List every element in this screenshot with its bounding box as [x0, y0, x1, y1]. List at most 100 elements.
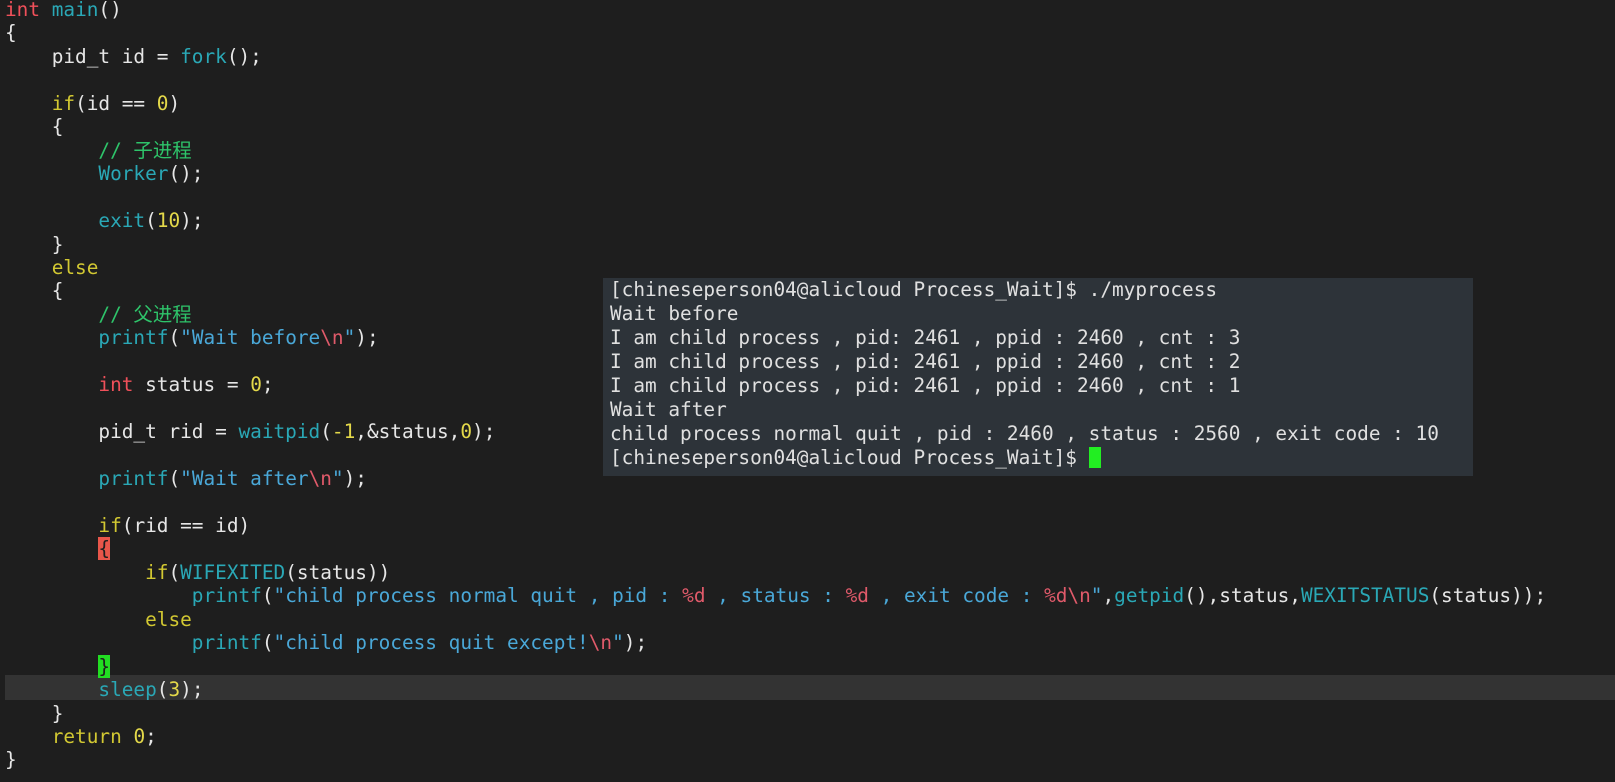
code-token: 0 — [133, 724, 146, 748]
terminal-cursor — [1088, 447, 1101, 468]
code-token: int — [5, 0, 41, 21]
code-token: printf — [98, 326, 169, 350]
code-token: WEXITSTATUS — [1300, 584, 1430, 608]
code-token: -1 — [331, 420, 356, 444]
code-line[interactable]: } — [5, 701, 64, 726]
code-token: // 父进程 — [98, 302, 192, 326]
code-token: 3 — [168, 678, 181, 702]
code-token: ); — [180, 209, 204, 233]
code-token: } — [5, 232, 64, 256]
code-token: ( — [168, 326, 181, 350]
code-token: \n — [308, 467, 332, 490]
code-token: pid_t id = — [5, 44, 181, 68]
code-line[interactable]: exit(10); — [5, 209, 204, 233]
code-line[interactable]: return 0; — [5, 725, 157, 749]
code-token: { — [98, 537, 111, 561]
code-token: (status)) — [285, 560, 391, 584]
terminal-prompt-line[interactable]: [chineseperson04@alicloud Process_Wait]$ — [610, 446, 1473, 470]
terminal-line: Wait after — [610, 398, 727, 421]
code-token: (); — [168, 162, 204, 186]
code-token: ( — [168, 467, 181, 490]
terminal-line: [chineseperson04@alicloud Process_Wait]$… — [610, 278, 1218, 301]
code-token: ) — [168, 91, 181, 115]
code-token: fork — [180, 44, 227, 68]
code-token: if — [51, 91, 76, 115]
code-line[interactable]: pid_t rid = waitpid(-1,&status,0); — [5, 420, 495, 444]
code-line[interactable]: if(id == 0) — [5, 92, 180, 116]
code-token: } — [5, 748, 17, 772]
code-line[interactable]: Worker(); — [5, 162, 203, 186]
code-token: %d — [845, 584, 869, 608]
code-token: 0 — [156, 91, 169, 115]
code-token: (rid == id) — [121, 513, 251, 537]
code-line[interactable]: } — [5, 654, 111, 679]
code-token: ( — [320, 420, 332, 444]
code-token: } — [5, 701, 64, 725]
code-token: , exit code : — [868, 584, 1045, 608]
code-token: { — [5, 115, 64, 139]
code-line[interactable]: printf("child process normal quit , pid … — [5, 584, 1546, 608]
code-token: " — [1090, 584, 1103, 608]
code-line[interactable]: { — [5, 21, 17, 45]
code-line[interactable]: pid_t id = fork(); — [5, 45, 262, 69]
code-line[interactable]: sleep(3); — [5, 678, 204, 702]
code-token: ; — [145, 724, 157, 748]
code-token: (status)); — [1429, 584, 1547, 608]
code-line[interactable]: // 父进程 — [5, 302, 192, 327]
code-line[interactable]: printf("Wait before\n"); — [5, 326, 378, 350]
code-token: WIFEXITED — [180, 560, 286, 584]
code-token: ); — [472, 420, 496, 444]
code-token: "child process normal quit , pid : — [273, 584, 683, 608]
code-token: ( — [261, 631, 274, 655]
code-token: printf — [191, 584, 262, 608]
code-token: main — [51, 0, 99, 21]
code-line[interactable]: if(WIFEXITED(status)) — [5, 561, 390, 585]
code-token: // 子进程 — [98, 138, 192, 162]
code-token: (id == — [75, 91, 157, 115]
code-token: exit — [98, 209, 146, 233]
code-line[interactable]: int status = 0; — [5, 373, 274, 397]
code-line[interactable]: else — [5, 608, 192, 632]
code-token: } — [98, 654, 111, 678]
code-line[interactable]: } — [5, 232, 64, 257]
code-token: ); — [180, 678, 204, 702]
code-line[interactable]: else — [5, 256, 99, 280]
code-line[interactable]: // 子进程 — [5, 138, 192, 163]
terminal-line: I am child process , pid: 2461 , ppid : … — [610, 374, 1241, 397]
code-token: ; — [261, 373, 274, 397]
terminal-output-panel[interactable]: [chineseperson04@alicloud Process_Wait]$… — [603, 278, 1473, 476]
code-token: pid_t rid = — [5, 420, 239, 444]
code-line[interactable]: int main() — [5, 0, 122, 22]
code-token: else — [145, 607, 192, 631]
terminal-prompt: [chineseperson04@alicloud Process_Wait]$ — [610, 446, 1089, 469]
code-line[interactable]: printf("child process quit except!\n"); — [5, 631, 647, 655]
code-token: ); — [623, 631, 648, 655]
code-line[interactable]: } — [5, 748, 17, 772]
code-line[interactable]: { — [5, 537, 111, 561]
code-token: , status : — [705, 584, 846, 608]
code-token: { — [5, 279, 64, 303]
code-token: ,&status, — [355, 420, 461, 444]
code-token: int — [98, 373, 134, 397]
code-line[interactable]: { — [5, 279, 64, 303]
code-line[interactable]: { — [5, 115, 64, 139]
code-line[interactable]: if(rid == id) — [5, 514, 250, 538]
code-token: 0 — [250, 373, 262, 397]
code-line[interactable]: printf("Wait after\n"); — [5, 467, 367, 491]
code-token: 10 — [156, 209, 181, 233]
terminal-line: Wait before — [610, 302, 739, 325]
code-token: , — [1102, 584, 1115, 608]
